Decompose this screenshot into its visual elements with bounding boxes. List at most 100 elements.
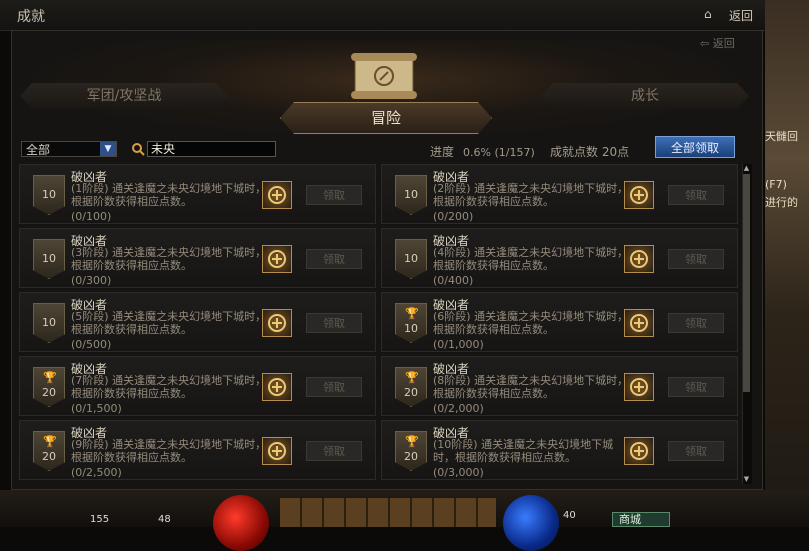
- claim-button[interactable]: 领取: [668, 441, 724, 461]
- achievement-desc: (4阶段) 通关逢魔之未央幻境地下城时，根据阶数获得相应点数。: [433, 246, 629, 272]
- badge-points: 20: [42, 450, 56, 463]
- window-titlebar: 成就 ⌂ 返回: [0, 0, 765, 31]
- search-input[interactable]: 未央: [147, 141, 276, 157]
- trophy-icon: 🏆: [43, 435, 57, 448]
- achievement-desc: (2阶段) 通关逢魔之未央幻境地下城时，根据阶数获得相应点数。: [433, 182, 629, 208]
- game-background-strip: 天雠回 (F7) 进行的: [765, 0, 809, 527]
- achievement-card: 🏆 10 破凶者 (6阶段) 通关逢魔之未央幻境地下城时，根据阶数获得相应点数。 (0/…: [381, 292, 738, 352]
- rank-badge: 🏆 20: [33, 431, 65, 471]
- badge-points: 20: [42, 386, 56, 399]
- skill-slots[interactable]: [280, 498, 496, 527]
- trophy-icon: 🏆: [405, 307, 419, 320]
- reward-icon[interactable]: [624, 437, 654, 465]
- rank-badge: 🏆 20: [395, 431, 427, 471]
- reward-icon[interactable]: [624, 245, 654, 273]
- rank-badge: 🏆 20: [395, 367, 427, 407]
- scrollbar-thumb[interactable]: [743, 174, 750, 392]
- panel-back-button[interactable]: ⇦ 返回: [700, 35, 735, 51]
- claim-button[interactable]: 领取: [668, 249, 724, 269]
- achievement-progress: (0/500): [71, 338, 112, 351]
- achievement-card: 10 破凶者 (2阶段) 通关逢魔之未央幻境地下城时，根据阶数获得相应点数。 (0/2…: [381, 164, 738, 224]
- home-icon[interactable]: ⌂: [704, 7, 712, 21]
- badge-points: 10: [42, 188, 56, 201]
- progress-value: 0.6% (1/157): [463, 146, 535, 159]
- badge-points: 10: [404, 252, 418, 265]
- hp-orb: [213, 495, 269, 551]
- trophy-icon: 🏆: [405, 371, 419, 384]
- tab-legion[interactable]: 军团/攻坚战: [20, 83, 228, 109]
- claim-button[interactable]: 领取: [668, 377, 724, 397]
- badge-points: 20: [404, 386, 418, 399]
- achievement-desc: (10阶段) 通关逢魔之未央幻境地下城时，根据阶数获得相应点数。: [433, 438, 614, 464]
- tab-growth[interactable]: 成长: [541, 83, 749, 109]
- claim-button[interactable]: 领取: [668, 313, 724, 333]
- rank-badge: 10: [395, 175, 427, 215]
- reward-icon[interactable]: [624, 309, 654, 337]
- panel-back-label: 返回: [712, 37, 735, 50]
- badge-points: 20: [404, 450, 418, 463]
- claim-button[interactable]: 领取: [306, 377, 362, 397]
- reward-icon[interactable]: [262, 437, 292, 465]
- achievement-card: 🏆 20 破凶者 (9阶段) 通关逢魔之未央幻境地下城时，根据阶数获得相应点数。 (0/…: [19, 420, 376, 480]
- reward-icon[interactable]: [262, 373, 292, 401]
- side-text-2: (F7): [765, 178, 787, 191]
- progress-label: 进度: [430, 145, 455, 159]
- reward-icon[interactable]: [624, 373, 654, 401]
- points-stat: 成就点数 20点: [550, 145, 630, 159]
- achievement-card: 10 破凶者 (1阶段) 通关逢魔之未央幻境地下城时，根据阶数获得相应点数。 (0/1…: [19, 164, 376, 224]
- reward-icon[interactable]: [262, 181, 292, 209]
- achievement-progress: (0/2,500): [71, 466, 122, 479]
- trophy-icon: 🏆: [405, 435, 419, 448]
- hud-level: 40: [563, 510, 576, 521]
- badge-points: 10: [42, 316, 56, 329]
- search-icon: [132, 143, 145, 156]
- achievement-card: 🏆 20 破凶者 (7阶段) 通关逢魔之未央幻境地下城时，根据阶数获得相应点数。 (0/…: [19, 356, 376, 416]
- achievement-desc: (3阶段) 通关逢魔之未央幻境地下城时，根据阶数获得相应点数。: [71, 246, 267, 272]
- achievement-progress: (0/400): [433, 274, 474, 287]
- achievement-progress: (0/300): [71, 274, 112, 287]
- claim-all-button[interactable]: 全部领取: [655, 136, 735, 158]
- rank-badge: 10: [33, 303, 65, 343]
- hud-count-2: 48: [158, 514, 171, 525]
- achievement-desc: (9阶段) 通关逢魔之未央幻境地下城时，根据阶数获得相应点数。: [71, 438, 267, 464]
- trophy-icon: 🏆: [43, 371, 57, 384]
- window-title: 成就: [17, 9, 45, 25]
- scroll-emblem-icon: [351, 53, 417, 99]
- claim-button[interactable]: 领取: [306, 185, 362, 205]
- achievement-card: 10 破凶者 (4阶段) 通关逢魔之未央幻境地下城时，根据阶数获得相应点数。 (0/4…: [381, 228, 738, 288]
- achievement-desc: (1阶段) 通关逢魔之未央幻境地下城时，根据阶数获得相应点数。: [71, 182, 267, 208]
- achievement-card: 🏆 20 破凶者 (10阶段) 通关逢魔之未央幻境地下城时，根据阶数获得相应点数。 (0…: [381, 420, 738, 480]
- rank-badge: 🏆 10: [395, 303, 427, 343]
- reward-icon[interactable]: [262, 309, 292, 337]
- category-dropdown[interactable]: 全部 ▼: [21, 141, 117, 157]
- achievement-card: 10 破凶者 (3阶段) 通关逢魔之未央幻境地下城时，根据阶数获得相应点数。 (0/3…: [19, 228, 376, 288]
- claim-button[interactable]: 领取: [668, 185, 724, 205]
- shop-button[interactable]: 商城: [612, 512, 670, 527]
- side-text-3: 进行的: [765, 196, 798, 209]
- claim-button[interactable]: 领取: [306, 313, 362, 333]
- mp-orb: [503, 495, 559, 551]
- achievement-progress: (0/1,500): [71, 402, 122, 415]
- achievement-progress: (0/2,000): [433, 402, 484, 415]
- dropdown-value: 全部: [26, 143, 51, 157]
- achievement-progress: (0/200): [433, 210, 474, 223]
- rank-badge: 10: [33, 175, 65, 215]
- scroll-down-icon[interactable]: ▼: [742, 475, 751, 484]
- back-button[interactable]: 返回: [729, 7, 753, 24]
- achievement-desc: (7阶段) 通关逢魔之未央幻境地下城时，根据阶数获得相应点数。: [71, 374, 267, 400]
- side-text-1: 天雠回: [765, 130, 798, 143]
- reward-icon[interactable]: [624, 181, 654, 209]
- chevron-down-icon[interactable]: ▼: [100, 142, 116, 156]
- reward-icon[interactable]: [262, 245, 292, 273]
- rank-badge: 🏆 20: [33, 367, 65, 407]
- achievement-card: 10 破凶者 (5阶段) 通关逢魔之未央幻境地下城时，根据阶数获得相应点数。 (0/5…: [19, 292, 376, 352]
- scroll-up-icon[interactable]: ▲: [742, 164, 751, 173]
- achievement-desc: (5阶段) 通关逢魔之未央幻境地下城时，根据阶数获得相应点数。: [71, 310, 267, 336]
- claim-button[interactable]: 领取: [306, 249, 362, 269]
- badge-points: 10: [404, 322, 418, 335]
- claim-button[interactable]: 领取: [306, 441, 362, 461]
- hud-count-1: 155: [90, 514, 110, 525]
- rank-badge: 10: [395, 239, 427, 279]
- badge-points: 10: [42, 252, 56, 265]
- tab-adventure[interactable]: 冒险: [280, 102, 492, 134]
